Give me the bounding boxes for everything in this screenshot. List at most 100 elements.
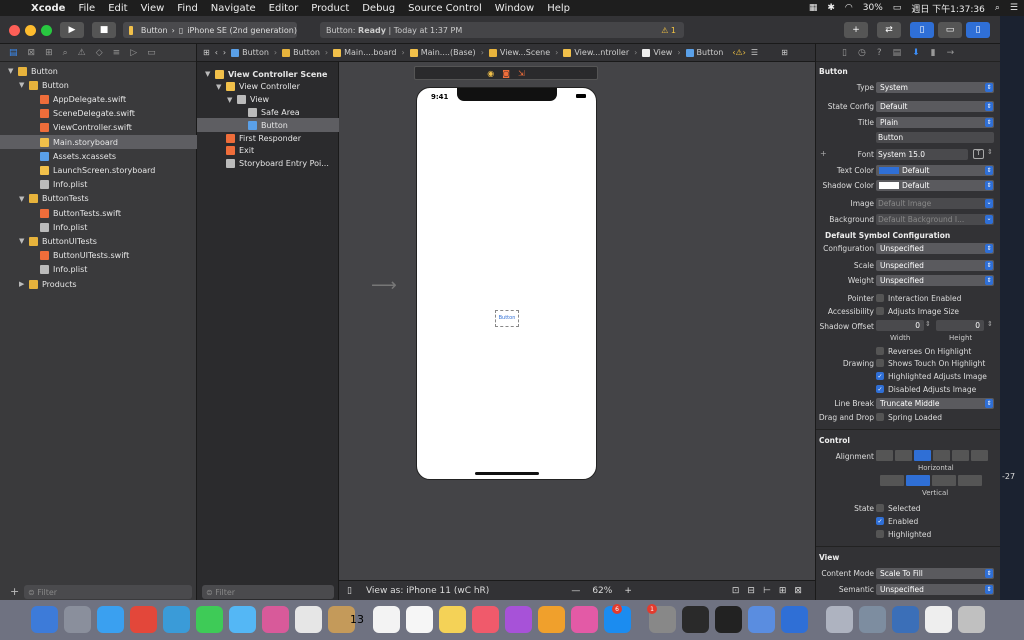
- library-button[interactable]: +: [844, 22, 868, 38]
- disclosure-open-icon[interactable]: ▼: [227, 96, 235, 104]
- title-type-popup[interactable]: Plain ⇕: [876, 117, 994, 128]
- menu-debug[interactable]: Debug: [362, 3, 395, 14]
- input-method-icon[interactable]: ▦: [809, 3, 818, 13]
- toggle-outline-icon[interactable]: ▯: [347, 586, 352, 596]
- shadow-height-field[interactable]: 0: [936, 320, 984, 331]
- disclosure-open-icon[interactable]: ▼: [205, 70, 213, 78]
- zoom-window-button[interactable]: [41, 25, 52, 36]
- first-responder-dock-icon[interactable]: ◙: [502, 69, 510, 78]
- view-as-device[interactable]: View as: iPhone 11 (wC hR): [366, 586, 489, 596]
- interaction-enabled-checkbox[interactable]: Interaction Enabled: [876, 293, 961, 303]
- shadow-width-stepper[interactable]: ⇕: [925, 320, 931, 328]
- related-items-icon[interactable]: ⊞: [203, 48, 210, 57]
- add-constraints-icon[interactable]: ⊞: [779, 586, 787, 596]
- file-inspector-tab-icon[interactable]: ▯: [842, 48, 847, 58]
- bluetooth-icon[interactable]: ✱: [827, 3, 835, 13]
- highlighted-checkbox[interactable]: Highlighted: [876, 529, 931, 539]
- connections-inspector-tab-icon[interactable]: →: [947, 48, 955, 58]
- navigator-item[interactable]: LaunchScreen.storyboard: [0, 163, 197, 177]
- trash-icon[interactable]: [958, 606, 985, 633]
- wifi-icon[interactable]: ◠: [845, 3, 853, 13]
- font-stepper[interactable]: ⇕: [987, 148, 993, 156]
- disclosure-open-icon[interactable]: ▼: [19, 81, 27, 89]
- podcasts-icon[interactable]: [505, 606, 532, 633]
- shadow-color-popup[interactable]: Default ⇕: [876, 180, 994, 191]
- forward-icon[interactable]: ›: [223, 48, 226, 57]
- battery-icon[interactable]: ▭: [893, 3, 902, 13]
- selected-button-element[interactable]: Button: [495, 310, 519, 327]
- simulator-icon[interactable]: [781, 606, 808, 633]
- menu-editor[interactable]: Editor: [269, 3, 299, 14]
- reminders-icon[interactable]: [406, 606, 433, 633]
- navigator-item[interactable]: Main.storyboard: [0, 135, 197, 149]
- breadcrumb-6[interactable]: View...ntroller: [563, 48, 629, 57]
- scheme-selector[interactable]: Button › ▯ iPhone SE (2nd generation): [123, 22, 297, 38]
- menu-source-control[interactable]: Source Control: [408, 3, 482, 14]
- add-editor-icon[interactable]: ⊞: [781, 48, 788, 57]
- adjusts-image-size-checkbox[interactable]: Adjusts Image Size: [876, 306, 959, 316]
- align-fill-segment[interactable]: [914, 450, 931, 461]
- text-color-popup[interactable]: Default ⇕: [876, 165, 994, 176]
- menu-file[interactable]: File: [78, 3, 95, 14]
- warning-indicator[interactable]: ⚠ 1: [661, 26, 676, 35]
- run-button[interactable]: ▶: [60, 22, 84, 38]
- valign-center-segment[interactable]: [906, 475, 930, 486]
- document-icon[interactable]: [925, 606, 952, 633]
- toggle-debug-area-button[interactable]: ▭: [938, 22, 962, 38]
- stop-button[interactable]: ■: [92, 22, 116, 38]
- facetime-icon[interactable]: [196, 606, 223, 633]
- align-icon[interactable]: ⊢: [763, 586, 771, 596]
- valign-bottom-segment[interactable]: [932, 475, 956, 486]
- view-controller-dock-icon[interactable]: ◉: [487, 69, 494, 78]
- disclosure-closed-icon[interactable]: ▶: [19, 280, 27, 288]
- content-mode-popup[interactable]: Scale To Fill ⇕: [876, 568, 994, 579]
- attributes-inspector-tab-icon[interactable]: ⬇: [912, 48, 920, 58]
- menu-help[interactable]: Help: [547, 3, 570, 14]
- menu-find[interactable]: Find: [177, 3, 198, 14]
- symbol-navigator-tab-icon[interactable]: ⊞: [45, 48, 53, 58]
- calendar-icon[interactable]: [373, 606, 400, 633]
- title-text-field[interactable]: Button: [876, 132, 994, 143]
- vertical-alignment-segmented[interactable]: [880, 475, 982, 486]
- menu-navigate[interactable]: Navigate: [211, 3, 256, 14]
- battery-percent[interactable]: 30%: [863, 3, 883, 13]
- breadcrumb-3[interactable]: Main....board: [333, 48, 396, 57]
- safari-icon[interactable]: [97, 606, 124, 633]
- reverses-on-highlight-checkbox[interactable]: Reverses On Highlight: [876, 346, 971, 356]
- navigator-item[interactable]: ViewController.swift: [0, 121, 197, 135]
- shadow-width-field[interactable]: 0: [876, 320, 924, 331]
- align-center-segment[interactable]: [895, 450, 912, 461]
- highlighted-adjusts-image-checkbox[interactable]: ✓ Highlighted Adjusts Image: [876, 371, 987, 381]
- contacts-icon[interactable]: [295, 606, 322, 633]
- preview-icon[interactable]: [163, 606, 190, 633]
- disclosure-open-icon[interactable]: ▼: [19, 195, 27, 203]
- numbers-icon[interactable]: [538, 606, 565, 633]
- folder-icon[interactable]: [892, 606, 919, 633]
- test-navigator-tab-icon[interactable]: ◇: [96, 48, 103, 58]
- search-icon[interactable]: ⌕: [995, 3, 1000, 13]
- outline-filter-field[interactable]: ⊜ Filter: [202, 585, 334, 599]
- type-popup[interactable]: System ⇕: [876, 82, 994, 93]
- issue-navigator-tab-icon[interactable]: ⚠: [78, 48, 86, 58]
- breadcrumb-8[interactable]: Button: [685, 48, 723, 57]
- disclosure-open-icon[interactable]: ▼: [216, 83, 224, 91]
- minimize-window-button[interactable]: [25, 25, 36, 36]
- project-navigator-tab-icon[interactable]: ▤: [9, 48, 18, 58]
- breadcrumb-4[interactable]: Main....(Base): [409, 48, 476, 57]
- font-field[interactable]: System 15.0: [876, 149, 968, 160]
- valign-fill-segment[interactable]: [958, 475, 982, 486]
- scene-dock[interactable]: ◉ ◙ ⇲: [414, 66, 598, 80]
- chrome-icon[interactable]: [130, 606, 157, 633]
- messages-icon[interactable]: [229, 606, 256, 633]
- launchpad-icon[interactable]: [64, 606, 91, 633]
- breadcrumb-7[interactable]: View: [642, 48, 672, 57]
- debug-navigator-tab-icon[interactable]: ≡: [113, 48, 121, 58]
- exit-dock-icon[interactable]: ⇲: [518, 69, 525, 78]
- source-control-tab-icon[interactable]: ⊠: [28, 48, 36, 58]
- breadcrumb-5[interactable]: View...Scene: [488, 48, 550, 57]
- terminal-icon[interactable]: [715, 606, 742, 633]
- selected-checkbox[interactable]: Selected: [876, 503, 921, 513]
- navigator-item[interactable]: ▶ Products: [0, 277, 197, 291]
- activity-monitor-icon[interactable]: [682, 606, 709, 633]
- background-combo[interactable]: Default Background I... ⌄: [876, 214, 994, 225]
